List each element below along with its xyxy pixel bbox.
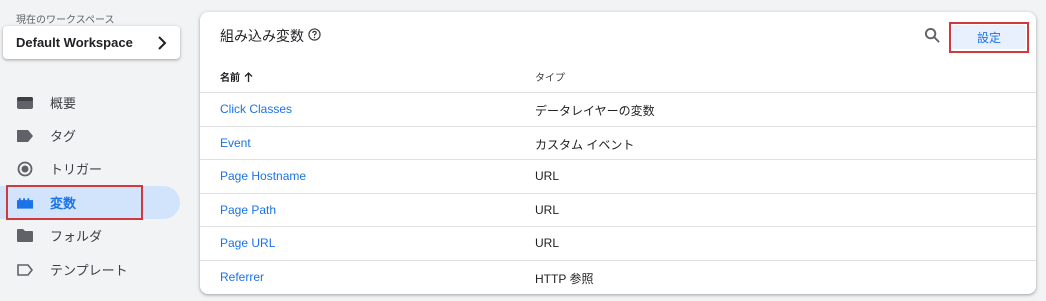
trigger-icon <box>17 161 33 177</box>
sidebar-item-folders[interactable]: フォルダ <box>0 219 180 252</box>
variable-type: HTTP 参照 <box>535 272 594 286</box>
table-row: Page URL URL <box>200 226 1036 260</box>
card-title: 組み込み変数 <box>220 28 304 44</box>
column-header-type: タイプ <box>535 73 565 84</box>
tag-icon <box>17 128 33 144</box>
sidebar-item-label: フォルダ <box>50 229 103 244</box>
sidebar-item-tags[interactable]: タグ <box>0 119 180 152</box>
sidebar-item-label: 変数 <box>50 196 77 211</box>
builtin-variables-card: 組み込み変数 設定 名前 タイプ Click Classes データレイヤーの変… <box>200 12 1036 294</box>
settings-button[interactable]: 設定 <box>952 25 1026 49</box>
variable-name-link[interactable]: Click Classes <box>220 102 292 116</box>
overview-icon <box>17 95 33 111</box>
variable-icon <box>17 195 33 211</box>
sidebar-item-label: トリガー <box>50 162 103 177</box>
sidebar-item-label: 概要 <box>50 96 77 111</box>
template-icon <box>17 262 33 278</box>
workspace-label: 現在のワークスペース <box>16 15 115 26</box>
sidebar-item-overview[interactable]: 概要 <box>0 86 180 119</box>
table-row: Page Path URL <box>200 193 1036 227</box>
variable-type: URL <box>535 203 560 217</box>
variable-name-link[interactable]: Event <box>220 136 251 150</box>
help-icon[interactable] <box>308 28 321 41</box>
column-header-name[interactable]: 名前 <box>220 69 253 84</box>
table-row: Event カスタム イベント <box>200 126 1036 160</box>
variable-type: URL <box>535 169 560 183</box>
variable-type: カスタム イベント <box>535 138 635 152</box>
sidebar-item-label: テンプレート <box>50 263 128 278</box>
table-row: Page Hostname URL <box>200 159 1036 193</box>
variable-type: URL <box>535 236 560 250</box>
folder-icon <box>17 228 33 244</box>
sort-arrow-up-icon <box>244 71 253 82</box>
sidebar: 現在のワークスペース Default Workspace 概要 タグ トリガー … <box>0 0 190 301</box>
search-icon[interactable] <box>924 27 941 44</box>
chevron-right-icon <box>158 35 167 50</box>
sidebar-item-variables[interactable]: 変数 <box>0 186 180 219</box>
variable-name-link[interactable]: Page Path <box>220 203 276 217</box>
sidebar-item-label: タグ <box>50 129 77 144</box>
table-row: Referrer HTTP 参照 <box>200 260 1036 294</box>
workspace-name: Default Workspace <box>16 35 133 50</box>
column-header-label: 名前 <box>220 73 240 84</box>
variable-type: データレイヤーの変数 <box>535 104 655 118</box>
variable-name-link[interactable]: Page URL <box>220 236 275 250</box>
table-row: Click Classes データレイヤーの変数 <box>200 92 1036 126</box>
sidebar-item-templates[interactable]: テンプレート <box>0 253 180 286</box>
sidebar-item-triggers[interactable]: トリガー <box>0 152 180 185</box>
variable-name-link[interactable]: Page Hostname <box>220 169 306 183</box>
variable-name-link[interactable]: Referrer <box>220 270 264 284</box>
workspace-selector[interactable]: Default Workspace <box>3 26 180 59</box>
